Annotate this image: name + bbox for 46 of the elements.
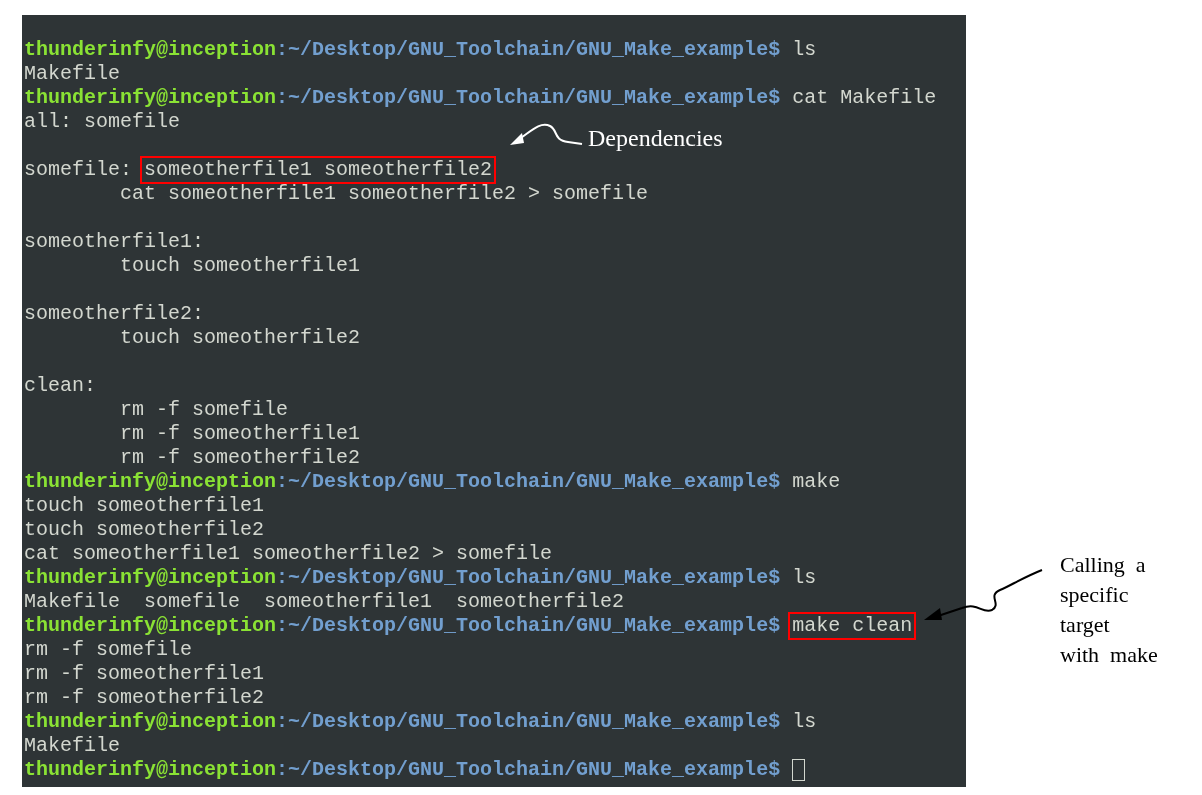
output-text: Makefile	[24, 62, 120, 86]
prompt-user: thunderinfy@inception	[24, 86, 277, 110]
prompt-path: :~/Desktop/GNU_Toolchain/GNU_Make_example$	[276, 38, 781, 62]
prompt-user: thunderinfy@inception	[24, 566, 277, 590]
prompt-path: :~/Desktop/GNU_Toolchain/GNU_Make_example$	[276, 614, 781, 638]
prompt-user: thunderinfy@inception	[24, 614, 277, 638]
annotation-text: with make	[1060, 641, 1158, 669]
recipe-text: rm -f someotherfile2	[120, 446, 361, 470]
output-text: rm -f someotherfile2	[24, 686, 265, 710]
prompt-path: :~/Desktop/GNU_Toolchain/GNU_Make_example$	[276, 566, 781, 590]
recipe-text: cat someotherfile1 someotherfile2 > somefile	[120, 182, 649, 206]
output-text: somefile:	[24, 158, 133, 182]
output-text: touch someotherfile1	[24, 494, 265, 518]
output-text: cat someotherfile1 someotherfile2 > somefile	[24, 542, 553, 566]
command-text: ls	[792, 710, 817, 734]
prompt-user: thunderinfy@inception	[24, 710, 277, 734]
prompt-path: :~/Desktop/GNU_Toolchain/GNU_Make_example$	[276, 86, 781, 110]
command-text: make clean	[790, 614, 915, 638]
recipe-text: touch someotherfile1	[120, 254, 361, 278]
output-text: Makefile somefile someotherfile1 someotherfile2	[24, 590, 625, 614]
command-text: make	[792, 470, 841, 494]
prompt-path: :~/Desktop/GNU_Toolchain/GNU_Make_example$	[276, 710, 781, 734]
recipe-text: rm -f someotherfile1	[120, 422, 361, 446]
annotation-text: Calling a	[1060, 551, 1147, 579]
prompt-user: thunderinfy@inception	[24, 38, 277, 62]
output-text: Makefile	[24, 734, 120, 758]
recipe-text: touch someotherfile2	[120, 326, 361, 350]
output-text: someotherfile2:	[24, 302, 205, 326]
command-text: cat Makefile	[792, 86, 937, 110]
output-text: clean:	[24, 374, 96, 398]
output-text: all: somefile	[24, 110, 181, 134]
recipe-text: rm -f somefile	[120, 398, 289, 422]
annotation-text: target	[1060, 611, 1111, 639]
prompt-user: thunderinfy@inception	[24, 470, 277, 494]
prompt-path: :~/Desktop/GNU_Toolchain/GNU_Make_example$	[276, 470, 781, 494]
prompt-path: :~/Desktop/GNU_Toolchain/GNU_Make_example$	[276, 758, 781, 782]
prompt-user: thunderinfy@inception	[24, 758, 277, 782]
output-text: rm -f somefile	[24, 638, 193, 662]
command-text: ls	[792, 38, 817, 62]
output-text: rm -f someotherfile1	[24, 662, 265, 686]
highlighted-text: someotherfile1 someotherfile2	[142, 158, 495, 182]
command-text: ls	[792, 566, 817, 590]
output-text: touch someotherfile2	[24, 518, 265, 542]
annotation-text: Dependencies	[588, 124, 723, 152]
annotation-text: specific	[1060, 581, 1130, 609]
output-text: someotherfile1:	[24, 230, 205, 254]
